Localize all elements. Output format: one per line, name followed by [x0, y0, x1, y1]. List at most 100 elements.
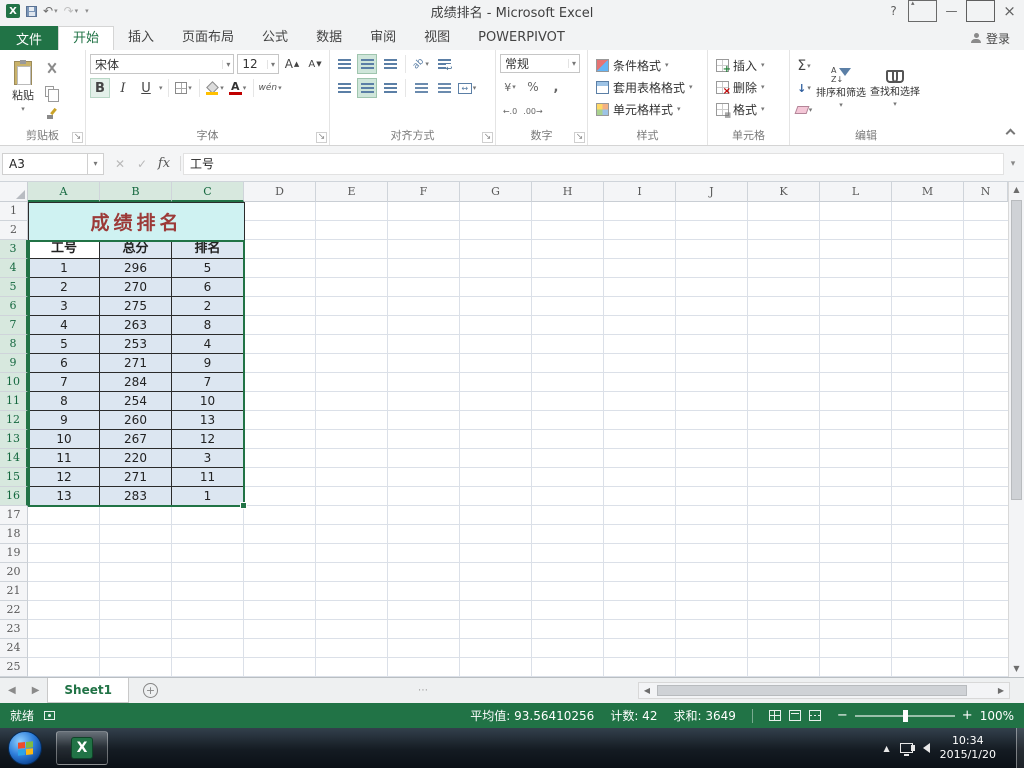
align-middle-button[interactable] — [357, 54, 377, 74]
cell-B5[interactable]: 270 — [100, 278, 172, 297]
sheet-tab-sheet1[interactable]: Sheet1 — [47, 678, 129, 703]
column-header-H[interactable]: H — [532, 182, 604, 202]
vertical-scroll-thumb[interactable] — [1011, 200, 1022, 500]
ribbon-tab-页面布局[interactable]: 页面布局 — [168, 26, 248, 50]
number-dialog-launcher[interactable]: ↘ — [574, 132, 585, 143]
row-header-8[interactable]: 8 — [0, 335, 28, 354]
name-box[interactable]: A3 — [2, 152, 88, 175]
collapse-ribbon-button[interactable] — [1005, 128, 1016, 139]
italic-button[interactable]: I — [113, 78, 133, 98]
cell-A8[interactable]: 5 — [28, 335, 100, 354]
cell-C8[interactable]: 4 — [172, 335, 244, 354]
fill-button[interactable]: ↓ ▾ — [794, 78, 814, 98]
row-header-5[interactable]: 5 — [0, 278, 28, 297]
formula-bar-expand-button[interactable]: ▾ — [1004, 159, 1022, 169]
insert-function-icon[interactable]: fx — [154, 156, 174, 171]
clear-button[interactable]: ▾ — [794, 100, 814, 120]
font-dialog-launcher[interactable]: ↘ — [316, 132, 327, 143]
row-header-21[interactable]: 21 — [0, 582, 28, 601]
macro-record-icon[interactable] — [44, 711, 56, 720]
cell-B11[interactable]: 254 — [100, 392, 172, 411]
cell-B7[interactable]: 263 — [100, 316, 172, 335]
row-header-17[interactable]: 17 — [0, 506, 28, 525]
save-button[interactable] — [26, 5, 37, 17]
sheet-nav-right-icon[interactable]: ▶ — [24, 685, 48, 696]
redo-dropdown-icon[interactable]: ▾ — [75, 7, 79, 15]
cell-C7[interactable]: 8 — [172, 316, 244, 335]
column-header-B[interactable]: B — [100, 182, 172, 202]
status-average[interactable]: 平均值: 93.56410256 — [470, 707, 594, 724]
formula-input[interactable]: 工号 — [183, 152, 1004, 175]
status-sum[interactable]: 求和: 3649 — [673, 707, 735, 724]
column-header-I[interactable]: I — [604, 182, 676, 202]
row-header-13[interactable]: 13 — [0, 430, 28, 449]
row-header-23[interactable]: 23 — [0, 620, 28, 639]
cell-C5[interactable]: 6 — [172, 278, 244, 297]
row-header-10[interactable]: 10 — [0, 373, 28, 392]
ribbon-tab-数据[interactable]: 数据 — [302, 26, 356, 50]
row-header-4[interactable]: 4 — [0, 259, 28, 278]
cell-A6[interactable]: 3 — [28, 297, 100, 316]
increase-decimal-button[interactable]: ←.0 — [500, 101, 520, 121]
increase-indent-button[interactable] — [434, 78, 454, 98]
accounting-format-button[interactable]: ¥ ▾ — [500, 77, 520, 97]
align-bottom-button[interactable] — [380, 54, 400, 74]
cell-B14[interactable]: 220 — [100, 449, 172, 468]
row-header-14[interactable]: 14 — [0, 449, 28, 468]
cell-B8[interactable]: 253 — [100, 335, 172, 354]
cells-button-0[interactable]: 插入▾ — [712, 54, 785, 76]
styles-button-2[interactable]: 单元格样式 ▾ — [592, 98, 703, 120]
decrease-decimal-button[interactable]: .00→ — [523, 101, 543, 121]
cell-B16[interactable]: 283 — [100, 487, 172, 506]
row-header-7[interactable]: 7 — [0, 316, 28, 335]
cell-B4[interactable]: 296 — [100, 259, 172, 278]
shrink-font-button[interactable]: A ▼ — [305, 54, 325, 74]
cell-C15[interactable]: 11 — [172, 468, 244, 487]
cell-A4[interactable]: 1 — [28, 259, 100, 278]
find-select-button[interactable]: 查找和选择 ▾ — [868, 54, 922, 120]
autosum-button[interactable]: Σ ▾ — [794, 56, 814, 76]
percent-style-button[interactable]: % — [523, 77, 543, 97]
cell-A9[interactable]: 6 — [28, 354, 100, 373]
scroll-down-button[interactable]: ▼ — [1009, 661, 1024, 677]
row-header-6[interactable]: 6 — [0, 297, 28, 316]
phonetic-guide-button[interactable]: wén ▾ — [259, 78, 282, 98]
cell-A16[interactable]: 13 — [28, 487, 100, 506]
sheet-nav-left-icon[interactable]: ◀ — [0, 685, 24, 696]
ribbon-tab-视图[interactable]: 视图 — [410, 26, 464, 50]
wrap-text-button[interactable] — [434, 54, 454, 74]
status-count[interactable]: 计数: 42 — [610, 707, 657, 724]
styles-button-1[interactable]: 套用表格格式 ▾ — [592, 76, 703, 98]
fill-color-button[interactable]: ▾ — [205, 78, 225, 98]
cancel-icon[interactable]: ✕ — [110, 157, 130, 171]
zoom-in-button[interactable]: + — [962, 709, 973, 722]
cell-C14[interactable]: 3 — [172, 449, 244, 468]
column-header-M[interactable]: M — [892, 182, 964, 202]
minimize-button[interactable]: — — [937, 0, 966, 22]
row-header-11[interactable]: 11 — [0, 392, 28, 411]
column-header-A[interactable]: A — [28, 182, 100, 202]
row-header-18[interactable]: 18 — [0, 525, 28, 544]
grow-font-button[interactable]: A ▲ — [282, 54, 302, 74]
column-header-E[interactable]: E — [316, 182, 388, 202]
row-header-1[interactable]: 1 — [0, 202, 28, 221]
name-box-dropdown[interactable]: ▾ — [88, 152, 104, 175]
tab-split-dots[interactable]: ⋯ — [418, 685, 430, 696]
column-header-K[interactable]: K — [748, 182, 820, 202]
cells-layer[interactable]: 成绩排名 工号 总分 排名 1 296 5 2 270 6 3 275 2 4 263 8 5 253 4 6 271 9… — [28, 202, 1008, 677]
cells-button-2[interactable]: 格式▾ — [712, 98, 785, 120]
format-painter-button[interactable] — [42, 104, 62, 124]
cell-A10[interactable]: 7 — [28, 373, 100, 392]
cell-C12[interactable]: 13 — [172, 411, 244, 430]
cell-B12[interactable]: 260 — [100, 411, 172, 430]
start-button[interactable] — [8, 731, 42, 765]
horizontal-scrollbar[interactable]: ◀ ▶ — [638, 682, 1010, 699]
cell-A5[interactable]: 2 — [28, 278, 100, 297]
new-sheet-button[interactable]: + — [142, 683, 158, 698]
clock[interactable]: 10:34 2015/1/20 — [940, 734, 1006, 762]
cell-A12[interactable]: 9 — [28, 411, 100, 430]
align-top-button[interactable] — [334, 54, 354, 74]
cells-button-1[interactable]: 删除▾ — [712, 76, 785, 98]
cell-B10[interactable]: 284 — [100, 373, 172, 392]
merge-center-button[interactable]: ↔ ▾ — [457, 78, 477, 98]
